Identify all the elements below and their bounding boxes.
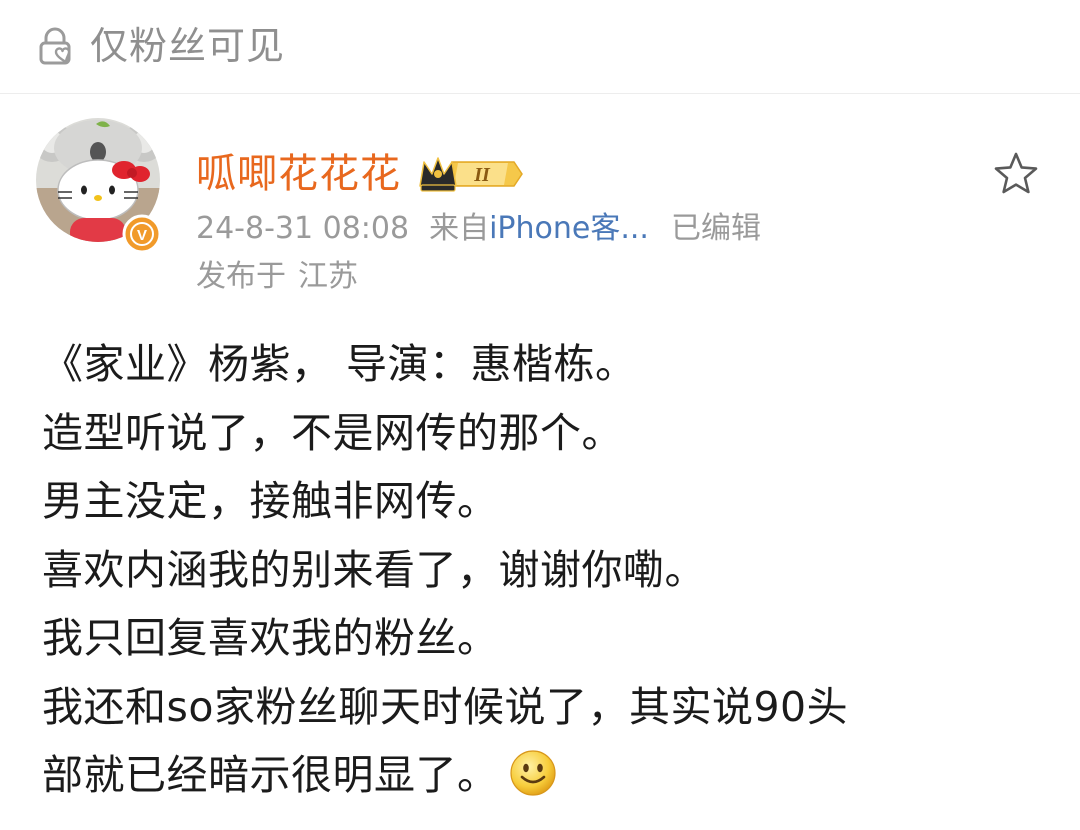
visibility-bar: 仅粉丝可见 [0, 0, 1080, 94]
source-prefix: 来自 [429, 211, 490, 246]
post-time: 24-8-31 08:08 [196, 211, 410, 246]
lock-heart-icon [39, 27, 71, 65]
post-line-text: 部就已经暗示很明显了。 [42, 751, 499, 799]
post-body: 《家业》杨紫， 导演：惠楷栋。 造型听说了，不是网传的那个。 男主没定，接触非网… [42, 330, 1052, 810]
star-outline-icon[interactable] [992, 150, 1040, 198]
post-line: 男主没定，接触非网传。 [42, 477, 499, 525]
visibility-label: 仅粉丝可见 [90, 24, 286, 68]
verified-badge-icon: V [122, 214, 162, 254]
post-line-last: 部就已经暗示很明显了。 [42, 741, 1052, 810]
svg-text:V: V [137, 227, 147, 244]
post-line: 造型听说了，不是网传的那个。 [42, 408, 623, 457]
smile-emoji-icon [509, 750, 556, 796]
crown-level-icon[interactable]: II [418, 152, 524, 194]
post-line: 我还和so家粉丝聊天时候说了，其实说90头 [42, 682, 849, 731]
source-client-link[interactable]: iPhone客... [489, 211, 649, 246]
post-line: 《家业》杨紫， 导演：惠楷栋。 [42, 340, 637, 388]
svg-text:II: II [473, 164, 491, 186]
post-line: 我只回复喜欢我的粉丝。 [42, 614, 499, 662]
location-prefix: 发布于 [196, 259, 286, 294]
post-line: 喜欢内涵我的别来看了，谢谢你嘞。 [42, 545, 706, 594]
author-name[interactable]: 呱唧花花花 [196, 148, 401, 200]
edited-label[interactable]: 已编辑 [671, 211, 761, 246]
post-meta: 24-8-31 08:08 来自iPhone客... 已编辑 [196, 208, 761, 250]
location-value: 江苏 [298, 259, 358, 294]
post-location: 发布于 江苏 [196, 256, 358, 298]
